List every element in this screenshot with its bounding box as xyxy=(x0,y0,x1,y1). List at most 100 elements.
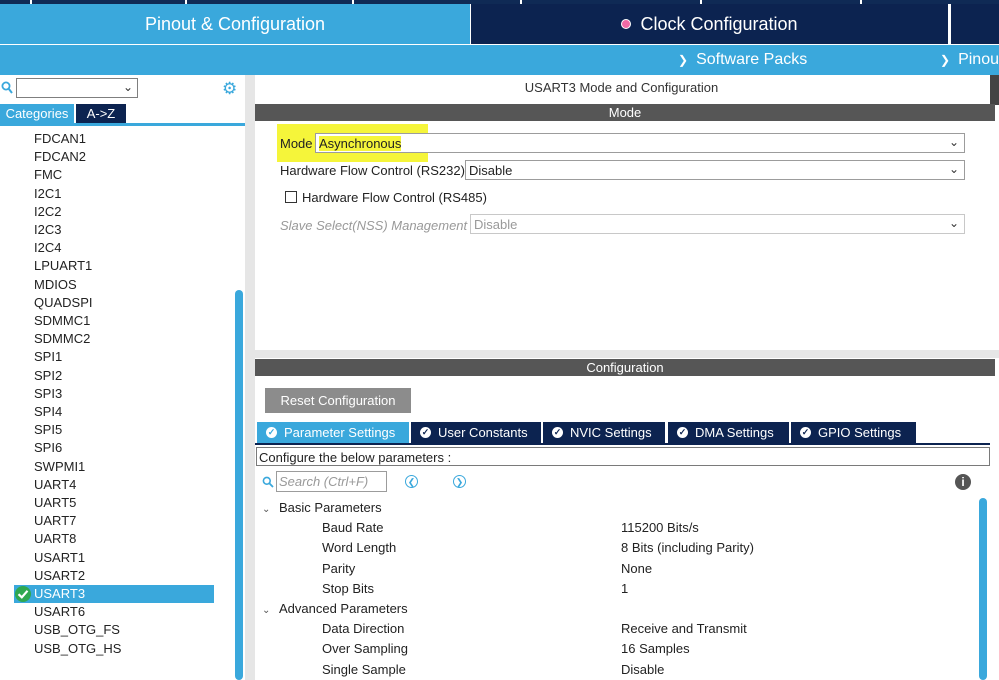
peripheral-item[interactable]: QUADSPI xyxy=(0,294,235,312)
peripheral-item[interactable]: UART5 xyxy=(0,494,235,512)
peripheral-label: SPI4 xyxy=(34,404,63,419)
peripheral-label: LPUART1 xyxy=(34,258,93,274)
param-row[interactable]: Stop Bits 1 xyxy=(322,581,962,596)
peripheral-item[interactable]: USB_OTG_HS xyxy=(0,640,235,658)
nss-label: Slave Select(NSS) Management xyxy=(280,218,468,233)
peripheral-item[interactable]: SDMMC1 xyxy=(0,312,235,330)
param-name: Single Sample xyxy=(322,661,406,677)
peripheral-item[interactable]: UART7 xyxy=(0,512,235,530)
peripheral-search-combo[interactable]: ⌄ xyxy=(16,78,138,98)
tab-categories-label: Categories xyxy=(5,106,69,121)
peripheral-item[interactable]: SDMMC2 xyxy=(0,330,235,348)
peripheral-item[interactable]: FDCAN1 xyxy=(0,130,235,148)
config-section-header: Configuration xyxy=(255,359,995,376)
peripheral-item[interactable]: I2C2 xyxy=(0,203,235,221)
peripheral-label: I2C3 xyxy=(34,222,62,237)
param-group[interactable]: ⌄ Basic Parameters xyxy=(262,500,382,515)
collapse-handle[interactable] xyxy=(990,75,999,105)
chevron-down-icon: ❯ xyxy=(678,53,689,67)
tab-nvic-settings[interactable]: ✓ NVIC Settings xyxy=(543,422,665,443)
peripheral-label: I2C4 xyxy=(34,240,62,256)
peripheral-label: USART6 xyxy=(34,604,86,620)
peripheral-item[interactable]: SPI2 xyxy=(0,367,235,385)
tab-parameter-settings[interactable]: ✓ Parameter Settings xyxy=(257,422,409,443)
software-packs-menu[interactable]: ❯ Software Packs xyxy=(678,45,807,75)
peripheral-item[interactable]: I2C4 xyxy=(0,239,235,257)
info-icon[interactable]: i xyxy=(955,474,971,490)
peripheral-item[interactable]: SPI1 xyxy=(0,348,235,366)
panel-title: USART3 Mode and Configuration xyxy=(524,80,719,95)
param-name: Over Sampling xyxy=(322,641,408,657)
param-row[interactable]: Data Direction Receive and Transmit xyxy=(322,621,962,636)
peripheral-item[interactable]: USART2 xyxy=(0,567,235,585)
tab-user-constants[interactable]: ✓ User Constants xyxy=(411,422,541,443)
tab-gpio-settings[interactable]: ✓ GPIO Settings xyxy=(791,422,916,443)
param-row[interactable]: Word Length 8 Bits (including Parity) xyxy=(322,540,962,555)
mode-section-header: Mode xyxy=(255,104,995,121)
check-circle-icon: ✓ xyxy=(420,427,431,438)
param-name: Stop Bits xyxy=(322,580,375,596)
tab-categories[interactable]: Categories xyxy=(0,104,74,123)
param-row[interactable]: Baud Rate 115200 Bits/s xyxy=(322,520,962,535)
tab-az-label: A->Z xyxy=(86,106,116,121)
peripheral-label: USB_OTG_HS xyxy=(34,640,122,656)
param-name: Word Length xyxy=(322,540,397,556)
peripheral-item[interactable]: I2C1 xyxy=(0,185,235,203)
mode-header-label: Mode xyxy=(608,105,642,120)
peripheral-item[interactable]: FMC xyxy=(0,166,235,184)
peripheral-label: USART3 xyxy=(34,586,86,601)
hfc-rs232-select[interactable]: Disable ⌄ xyxy=(465,160,965,180)
peripheral-item[interactable]: SWPMI1 xyxy=(0,458,235,476)
tab-extra[interactable] xyxy=(949,4,999,44)
gear-icon[interactable]: ⚙ xyxy=(222,80,240,98)
hfc-rs232-value: Disable xyxy=(469,163,513,178)
panel-divider[interactable] xyxy=(245,75,255,680)
param-row[interactable]: Over Sampling 16 Samples xyxy=(322,641,962,656)
param-row[interactable]: Single Sample Disable xyxy=(322,662,962,677)
peripheral-label: QUADSPI xyxy=(34,294,93,310)
param-value: 16 Samples xyxy=(621,641,690,657)
peripheral-item[interactable]: SPI4 xyxy=(0,403,235,421)
param-row[interactable]: Parity None xyxy=(322,561,962,576)
param-value: 1 xyxy=(621,580,629,596)
param-name: Baud Rate xyxy=(322,520,384,536)
peripheral-item[interactable]: USB_OTG_FS xyxy=(0,621,235,639)
peripheral-item[interactable]: SPI5 xyxy=(0,421,235,439)
peripheral-item[interactable]: I2C3 xyxy=(0,221,235,239)
parameter-search-input[interactable]: Search (Ctrl+F) xyxy=(276,471,387,492)
param-group[interactable]: ⌄ Advanced Parameters xyxy=(262,601,408,616)
tab-dma-settings[interactable]: ✓ DMA Settings xyxy=(668,422,789,443)
peripheral-label: MDIOS xyxy=(34,276,77,292)
peripheral-item[interactable]: FDCAN2 xyxy=(0,148,235,166)
pinout-menu[interactable]: ❯ Pinout xyxy=(940,45,999,75)
peripheral-item[interactable]: USART1 xyxy=(0,549,235,567)
mode-label: Mode xyxy=(280,136,313,151)
peripheral-label: UART4 xyxy=(34,476,77,492)
peripheral-item[interactable]: UART4 xyxy=(0,476,235,494)
tab-a-to-z[interactable]: A->Z xyxy=(76,104,126,123)
tab-label: User Constants xyxy=(438,425,528,440)
mode-select[interactable]: Asynchronous ⌄ xyxy=(315,133,965,153)
peripheral-item[interactable]: LPUART1 xyxy=(0,257,235,275)
peripheral-item[interactable]: USART6 xyxy=(0,603,235,621)
peripheral-label: USART1 xyxy=(34,549,86,565)
tab-pinout-configuration[interactable]: Pinout & Configuration xyxy=(0,4,470,44)
left-scrollbar-thumb[interactable] xyxy=(235,290,243,680)
next-match-icon[interactable]: ❯ xyxy=(453,475,466,488)
param-group-label: Advanced Parameters xyxy=(279,601,408,616)
peripheral-label: SPI2 xyxy=(34,367,63,383)
peripheral-item[interactable]: SPI6 xyxy=(0,439,235,457)
check-circle-icon: ✓ xyxy=(266,427,277,438)
previous-match-icon[interactable]: ❮ xyxy=(405,475,418,488)
right-scrollbar-thumb[interactable] xyxy=(979,498,987,680)
tab-clock-configuration[interactable]: Clock Configuration xyxy=(471,4,948,44)
hfc-rs485-checkbox[interactable] xyxy=(285,191,297,203)
peripheral-item[interactable]: SPI3 xyxy=(0,385,235,403)
peripheral-item[interactable]: UART8 xyxy=(0,530,235,548)
peripheral-item[interactable]: USART3 xyxy=(14,585,214,603)
reset-configuration-button[interactable]: Reset Configuration xyxy=(265,388,411,413)
peripheral-label: I2C1 xyxy=(34,185,62,201)
section-divider[interactable] xyxy=(255,350,999,358)
peripheral-item[interactable]: MDIOS xyxy=(0,276,235,294)
peripheral-label: SDMMC2 xyxy=(34,331,91,347)
